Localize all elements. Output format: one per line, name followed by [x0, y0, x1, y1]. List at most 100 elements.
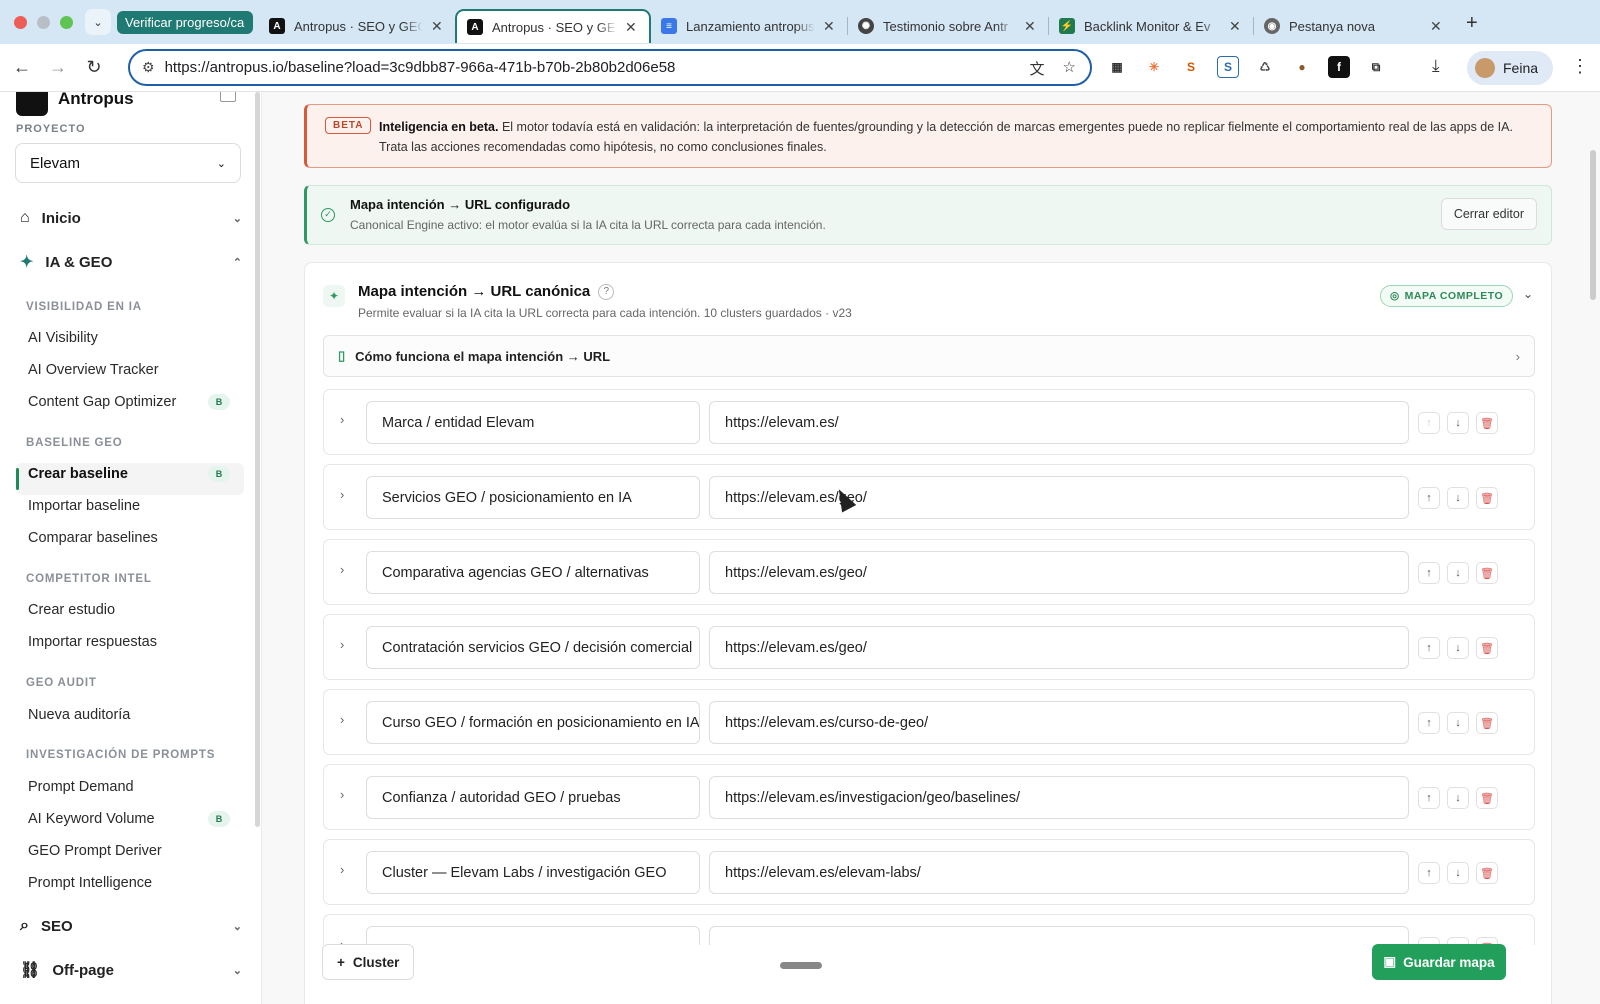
extension-sunburst-icon[interactable]: ✳ [1143, 56, 1165, 78]
sidebar-item-nueva-auditoria[interactable]: Nueva auditoría [28, 707, 238, 723]
page-scrollbar[interactable] [1590, 150, 1596, 300]
bookmark-star-icon[interactable]: ☆ [1063, 58, 1076, 79]
move-up-icon[interactable]: ↑ [1418, 412, 1440, 434]
chevron-right-icon[interactable]: › [340, 787, 344, 802]
cluster-url-input[interactable]: https://elevam.es/elevam-labs/ [709, 851, 1409, 894]
extension-puzzle-icon[interactable]: ▦ [1106, 56, 1128, 78]
close-tab-icon[interactable]: ✕ [1229, 18, 1243, 35]
move-up-icon[interactable]: ↑ [1418, 787, 1440, 809]
cluster-url-input[interactable]: https://elevam.es/geo/ [709, 476, 1409, 519]
address-bar-url[interactable]: https://antropus.io/baseline?load=3c9dbb… [165, 59, 676, 76]
sidebar-item-ia-geo[interactable]: ✦ IA & GEO ⌃ [20, 252, 242, 272]
extension-f-icon[interactable]: f [1328, 56, 1350, 78]
chevron-right-icon[interactable]: › [340, 712, 344, 727]
trash-icon[interactable]: 🗑 [1476, 787, 1498, 809]
cluster-name-input[interactable]: Contratación servicios GEO / decisión co… [366, 626, 700, 669]
chevron-right-icon[interactable]: › [340, 487, 344, 502]
browser-tab[interactable]: ✺ Testimonio sobre Antr ✕ [848, 9, 1048, 43]
sidebar-item-crear-estudio[interactable]: Crear estudio [28, 602, 238, 618]
new-tab-plus-icon[interactable]: + [1466, 12, 1478, 35]
close-tab-icon[interactable]: ✕ [625, 19, 639, 36]
extension-recycle-icon[interactable]: ♺ [1254, 56, 1276, 78]
move-down-icon[interactable]: ↓ [1447, 712, 1469, 734]
sidebar-collapse-icon[interactable] [220, 92, 236, 102]
save-map-button[interactable]: ▣ Guardar mapa [1372, 944, 1506, 980]
cluster-name-input[interactable]: Servicios GEO / posicionamiento en IA [366, 476, 700, 519]
reload-icon[interactable]: ↻ [80, 57, 108, 78]
sidebar-item-importar-respuestas[interactable]: Importar respuestas [28, 634, 238, 650]
close-tab-icon[interactable]: ✕ [823, 18, 837, 35]
extension-seo-icon[interactable]: S [1180, 56, 1202, 78]
maximize-window-button[interactable] [60, 15, 73, 29]
tab-search-chevron-icon[interactable]: ⌄ [85, 9, 111, 35]
cluster-name-input[interactable]: Marca / entidad Elevam [366, 401, 700, 444]
project-select[interactable]: Elevam ⌄ [15, 143, 241, 183]
profile-button[interactable]: Feina [1467, 51, 1553, 85]
sidebar-item-seo[interactable]: ⌕ SEO ⌄ [20, 917, 242, 935]
sidebar-item-prompt-deriver[interactable]: GEO Prompt Deriver [28, 843, 238, 859]
sidebar-item-ai-overview[interactable]: AI Overview Tracker [28, 362, 238, 378]
close-editor-button[interactable]: Cerrar editor [1440, 198, 1537, 230]
chevron-right-icon[interactable]: › [340, 412, 344, 427]
browser-tab[interactable]: ◉ Pestanya nova ✕ [1254, 9, 1454, 43]
move-down-icon[interactable]: ↓ [1447, 412, 1469, 434]
move-up-icon[interactable]: ↑ [1418, 862, 1440, 884]
move-up-icon[interactable]: ↑ [1418, 487, 1440, 509]
extensions-menu-icon[interactable]: ⧉ [1365, 56, 1387, 78]
howto-accordion[interactable]: ▯ Cómo funciona el mapa intención → URL … [323, 335, 1535, 377]
close-tab-icon[interactable]: ✕ [1024, 18, 1038, 35]
browser-menu-icon[interactable]: ⋮ [1571, 56, 1589, 77]
trash-icon[interactable]: 🗑 [1476, 712, 1498, 734]
sidebar-item-content-gap[interactable]: Content Gap Optimizer B [28, 394, 238, 410]
address-bar[interactable]: ⚙ https://antropus.io/baseline?load=3c9d… [128, 49, 1092, 86]
chevron-right-icon[interactable]: › [340, 562, 344, 577]
sidebar-item-comparar-baselines[interactable]: Comparar baselines [28, 530, 238, 546]
move-up-icon[interactable]: ↑ [1418, 562, 1440, 584]
close-window-button[interactable] [14, 15, 27, 29]
help-icon[interactable]: ? [598, 283, 615, 300]
cluster-url-input[interactable]: https://elevam.es/geo/ [709, 626, 1409, 669]
site-info-icon[interactable]: ⚙ [142, 59, 155, 76]
minimize-window-button[interactable] [37, 15, 50, 29]
cluster-name-input[interactable] [366, 926, 700, 945]
translate-icon[interactable]: 文 [1030, 58, 1045, 79]
browser-tab[interactable]: A Antropus · SEO y GEO ✕ [259, 9, 455, 43]
browser-tab-active[interactable]: A Antropus · SEO y GEO ✕ [455, 9, 651, 43]
forward-arrow-icon[interactable]: → [44, 57, 72, 78]
sidebar-item-offpage[interactable]: ⛓ Off-page ⌄ [20, 960, 242, 980]
extension-cookie-icon[interactable]: ● [1291, 56, 1313, 78]
cluster-name-input[interactable]: Confianza / autoridad GEO / pruebas [366, 776, 700, 819]
close-tab-icon[interactable]: ✕ [1430, 18, 1444, 35]
move-down-icon[interactable]: ↓ [1447, 637, 1469, 659]
tab-group-chip[interactable]: Verificar progreso/ca [117, 10, 253, 34]
download-icon[interactable]: ⤓ [1432, 56, 1440, 76]
move-up-icon[interactable]: ↑ [1418, 712, 1440, 734]
cluster-url-input[interactable]: https://elevam.es/investigacion/geo/base… [709, 776, 1409, 819]
sidebar-item-crear-baseline[interactable]: Crear baseline B [28, 466, 238, 482]
cluster-url-input[interactable]: https://elevam.es/geo/ [709, 551, 1409, 594]
browser-tab[interactable]: ≡ Lanzamiento antropus ✕ [651, 9, 847, 43]
sidebar-item-prompt-demand[interactable]: Prompt Demand [28, 779, 238, 795]
chevron-down-icon[interactable]: ⌄ [1523, 287, 1533, 301]
move-up-icon[interactable]: ↑ [1418, 637, 1440, 659]
move-down-icon[interactable]: ↓ [1447, 487, 1469, 509]
close-tab-icon[interactable]: ✕ [431, 18, 445, 35]
cluster-name-input[interactable]: Comparativa agencias GEO / alternativas [366, 551, 700, 594]
trash-icon[interactable]: 🗑 [1476, 637, 1498, 659]
trash-icon[interactable]: 🗑 [1476, 862, 1498, 884]
sidebar-item-prompt-intelligence[interactable]: Prompt Intelligence [28, 875, 238, 891]
cluster-url-input[interactable] [709, 926, 1409, 945]
add-cluster-button[interactable]: + Cluster [322, 944, 415, 980]
move-down-icon[interactable]: ↓ [1447, 862, 1469, 884]
sidebar-scrollbar[interactable] [255, 92, 260, 827]
chevron-right-icon[interactable]: › [340, 637, 344, 652]
trash-icon[interactable]: 🗑 [1476, 412, 1498, 434]
sidebar-item-importar-baseline[interactable]: Importar baseline [28, 498, 238, 514]
back-arrow-icon[interactable]: ← [8, 57, 36, 78]
cluster-url-input[interactable]: https://elevam.es/curso-de-geo/ [709, 701, 1409, 744]
trash-icon[interactable]: 🗑 [1476, 562, 1498, 584]
move-down-icon[interactable]: ↓ [1447, 787, 1469, 809]
cluster-url-input[interactable]: https://elevam.es/ [709, 401, 1409, 444]
extension-s-icon[interactable]: S [1217, 56, 1239, 78]
sidebar-item-ai-visibility[interactable]: AI Visibility [28, 330, 238, 346]
